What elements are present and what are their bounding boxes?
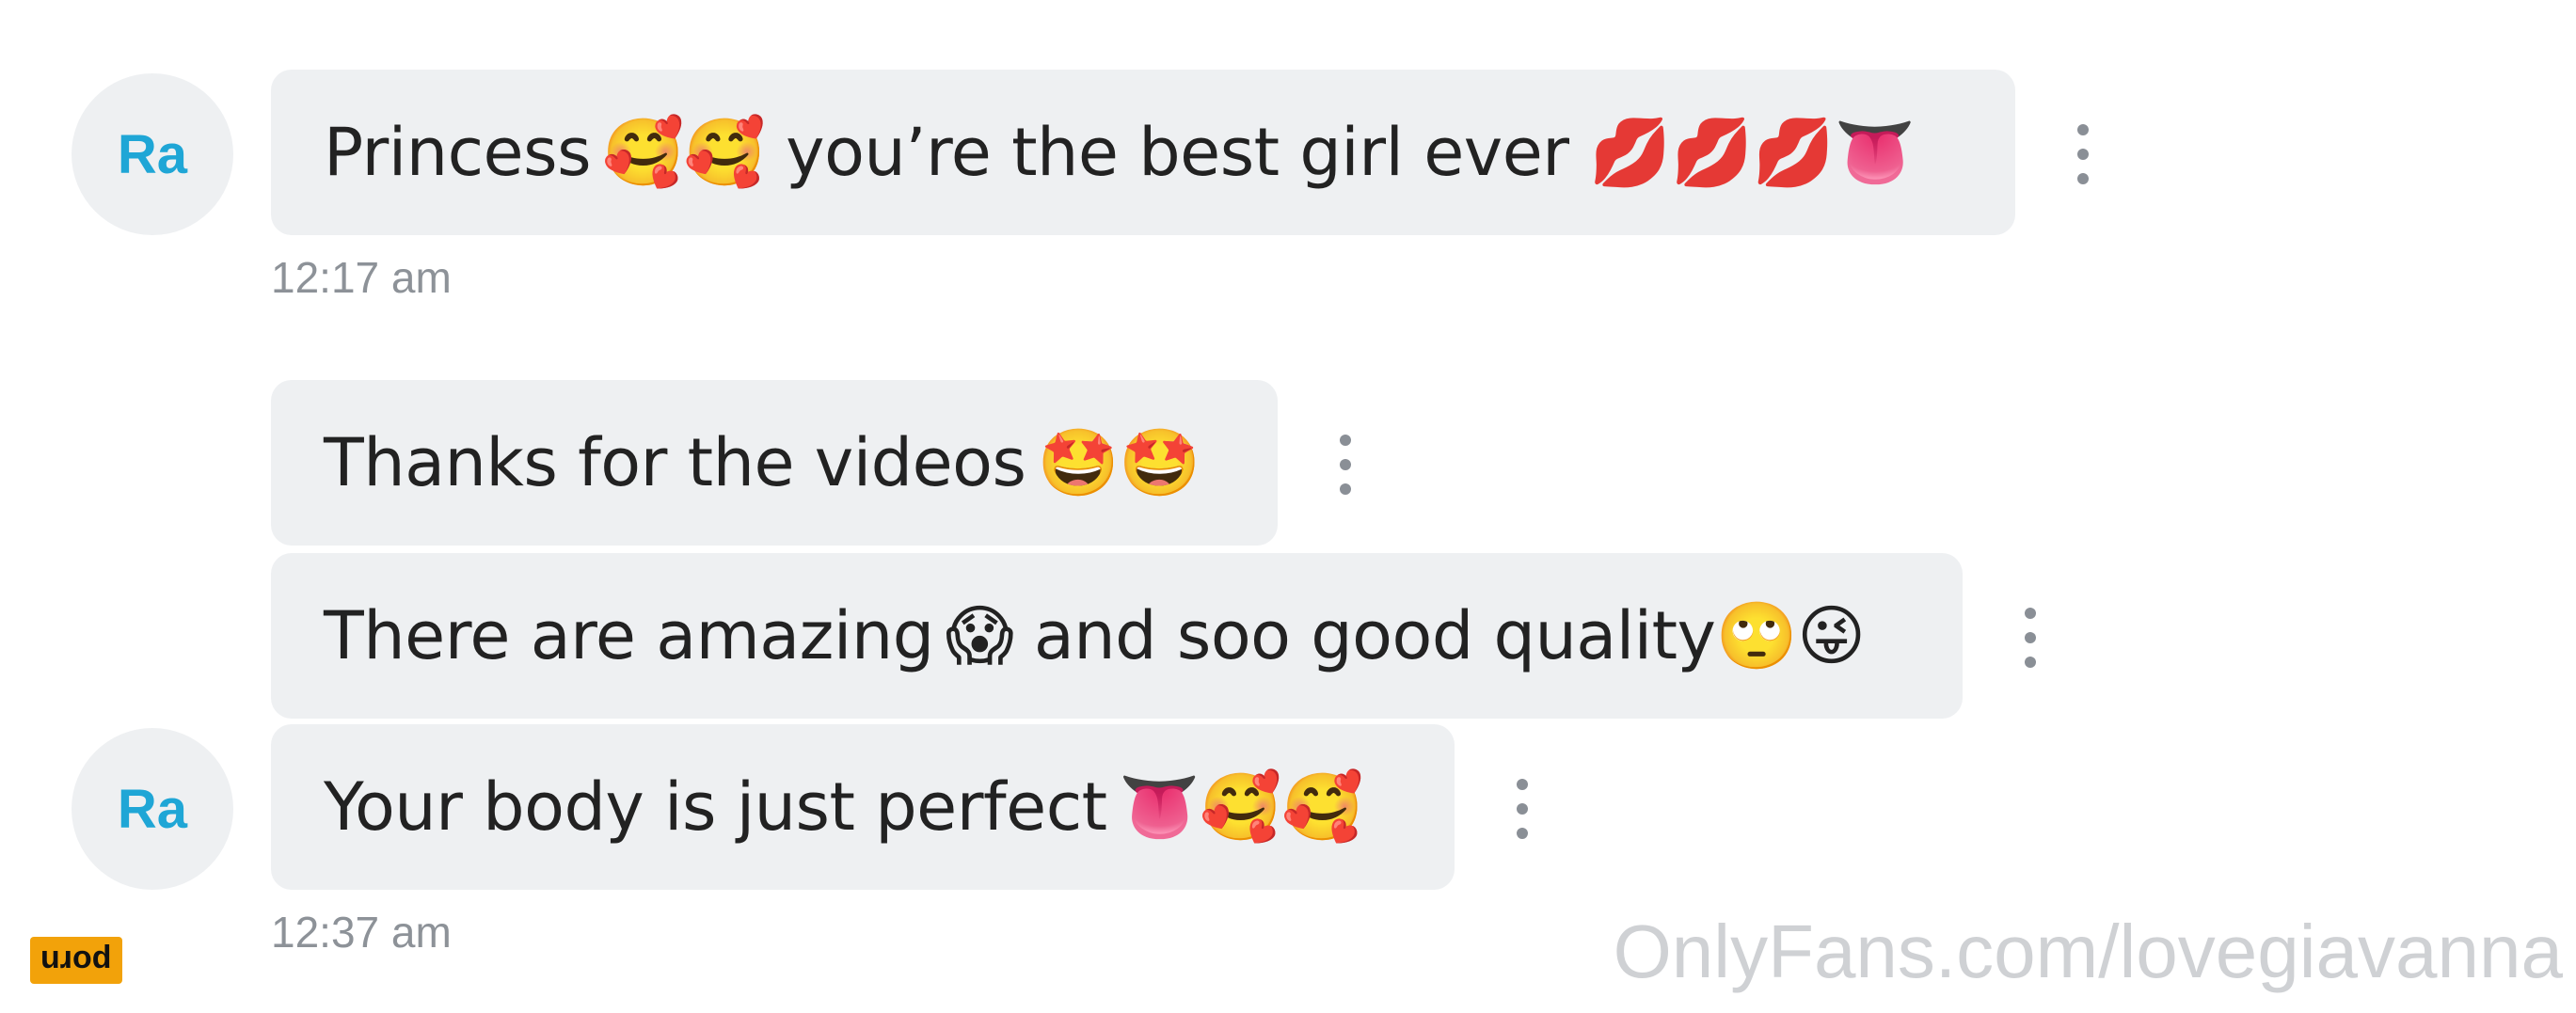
message-timestamp: 12:37 am [271, 908, 452, 957]
sender-avatar[interactable]: Ra [72, 728, 233, 890]
avatar-initials: Ra [117, 778, 188, 840]
message-bubble[interactable]: Thanks for the videos 🤩🤩 [271, 380, 1278, 546]
message-bubble[interactable]: Your body is just perfect 👅🥰🥰 [271, 724, 1455, 890]
message-emoji: 🤩🤩 [1037, 423, 1201, 501]
message-emoji: 🥰🥰 you’re the best girl ever 💋💋💋👅 [602, 113, 1916, 191]
message-timestamp: 12:17 am [271, 253, 452, 302]
avatar-initials: Ra [117, 123, 188, 185]
message-emoji: 👅🥰🥰 [1118, 768, 1363, 846]
badge-label: porn [40, 942, 112, 979]
sender-avatar[interactable]: Ra [72, 73, 233, 235]
message-bubble[interactable]: There are amazing 😱 and soo good quality… [271, 553, 1963, 719]
message-bubble[interactable]: Princess 🥰🥰 you’re the best girl ever 💋💋… [271, 70, 2015, 235]
message-emoji: 😱 and soo good quality🙄😜 [945, 596, 1866, 674]
more-vertical-icon[interactable] [2072, 124, 2094, 184]
message-text: Princess [324, 114, 592, 191]
more-vertical-icon[interactable] [1334, 435, 1357, 495]
more-vertical-icon[interactable] [1511, 779, 1534, 839]
message-text: Your body is just perfect [324, 768, 1107, 846]
message-text: There are amazing [324, 597, 934, 674]
message-text: Thanks for the videos [324, 424, 1026, 501]
more-vertical-icon[interactable] [2019, 608, 2042, 668]
site-badge: porn [30, 937, 122, 984]
watermark: OnlyFans.com/lovegiavanna [1613, 910, 2563, 993]
